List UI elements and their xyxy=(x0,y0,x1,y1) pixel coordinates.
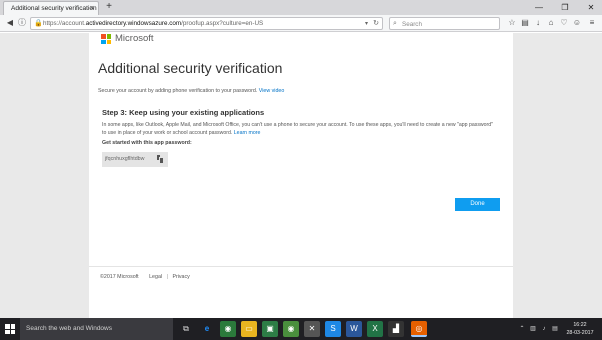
windows-icon xyxy=(5,324,15,334)
page-viewport: Microsoft Additional security verificati… xyxy=(0,33,602,318)
microsoft-logo: Microsoft xyxy=(95,33,155,46)
language-icon[interactable]: ▤ xyxy=(550,318,560,340)
firefox-icon[interactable]: ◎ xyxy=(411,321,427,337)
search-input[interactable] xyxy=(402,19,497,29)
search-icon: ⌕ xyxy=(393,20,397,27)
smiley-icon[interactable]: ☺ xyxy=(571,17,583,29)
clock-time: 16:22 xyxy=(573,322,587,328)
taskbar-search-text: Search the web and Windows xyxy=(26,325,112,332)
volume-icon[interactable]: ♪ xyxy=(539,318,549,340)
legal-link[interactable]: Legal xyxy=(149,274,162,280)
url-text: https://account.activedirectory.windowsa… xyxy=(43,20,264,27)
bookmark-star-icon[interactable]: ☆ xyxy=(506,17,518,29)
microsoft-logo-icon xyxy=(101,34,111,44)
back-icon[interactable]: ◀ xyxy=(4,17,16,29)
excel-icon[interactable]: X xyxy=(367,321,383,337)
edge-icon[interactable]: e xyxy=(199,321,215,337)
new-tab-button[interactable]: + xyxy=(103,1,115,13)
app-icon[interactable]: ▟ xyxy=(388,321,404,337)
brand-name: Microsoft xyxy=(115,33,154,44)
file-explorer-icon[interactable]: ▭ xyxy=(241,321,257,337)
minimize-button[interactable]: — xyxy=(530,0,548,15)
browser-nav-bar: ◀ ⓘ 🔒 https://account.activedirectory.wi… xyxy=(0,15,602,32)
pocket-icon[interactable]: ♡ xyxy=(558,17,570,29)
footer: ©2017 Microsoft Legal | Privacy xyxy=(100,274,190,280)
photos-icon[interactable]: ▣ xyxy=(262,321,278,337)
home-icon[interactable]: ⌂ xyxy=(545,17,557,29)
step-paragraph: In some apps, like Outlook, Apple Mail, … xyxy=(102,122,494,136)
word-icon[interactable]: W xyxy=(346,321,362,337)
page-title: Additional security verification xyxy=(98,60,283,76)
footer-divider xyxy=(89,266,513,267)
menu-icon[interactable]: ≡ xyxy=(586,17,598,29)
copyright-text: ©2017 Microsoft xyxy=(100,274,139,280)
tab-title: Additional security verification xyxy=(11,5,97,12)
view-video-link[interactable]: View video xyxy=(259,88,285,94)
info-icon[interactable]: ⓘ xyxy=(16,17,28,29)
learn-more-link[interactable]: Learn more xyxy=(234,130,261,136)
privacy-link[interactable]: Privacy xyxy=(172,274,189,280)
intro-text: Secure your account by adding phone veri… xyxy=(98,88,285,94)
app-password-value: jfqcnhuxgflhtdbw xyxy=(105,156,145,162)
footer-separator xyxy=(143,274,144,280)
get-started-label: Get started with this app password: xyxy=(102,140,192,146)
start-button[interactable] xyxy=(0,318,20,340)
network-icon[interactable]: ▥ xyxy=(528,318,538,340)
lock-icon: 🔒 xyxy=(34,20,43,27)
download-icon[interactable]: ↓ xyxy=(532,17,544,29)
copy-icon[interactable] xyxy=(156,154,165,165)
url-dropdown-icon[interactable]: ▾ xyxy=(365,18,368,30)
reload-icon[interactable]: ↻ xyxy=(373,18,379,30)
browser-tab-strip: Additional security verification × + — ❐… xyxy=(0,0,602,15)
browser-tab[interactable]: Additional security verification × xyxy=(3,1,99,15)
tab-close-icon[interactable]: × xyxy=(90,2,94,15)
restore-button[interactable]: ❐ xyxy=(556,0,574,15)
task-view-icon[interactable]: ⧉ xyxy=(178,321,194,337)
reading-list-icon[interactable]: ▤ xyxy=(519,17,531,29)
footer-separator: | xyxy=(166,274,168,280)
content-card: Microsoft Additional security verificati… xyxy=(89,33,513,318)
skype-icon[interactable]: S xyxy=(325,321,341,337)
taskbar-search[interactable]: Search the web and Windows xyxy=(20,318,173,340)
close-window-button[interactable]: ✕ xyxy=(582,0,600,15)
taskbar-clock[interactable]: 16:22 28-03-2017 xyxy=(562,321,598,337)
done-button[interactable]: Done xyxy=(455,198,500,211)
chrome-profile-icon[interactable]: ◉ xyxy=(283,321,299,337)
taskbar: Search the web and Windows ⧉ e ◉ ▭ ▣ ◉ ✕… xyxy=(0,318,602,340)
tools-icon[interactable]: ✕ xyxy=(304,321,320,337)
tray-up-icon[interactable]: ⌃ xyxy=(517,318,527,340)
clock-date: 28-03-2017 xyxy=(566,330,594,336)
app-password-box: jfqcnhuxgflhtdbw xyxy=(102,152,168,167)
step-title: Step 3: Keep using your existing applica… xyxy=(102,108,265,117)
chrome-icon[interactable]: ◉ xyxy=(220,321,236,337)
address-bar[interactable]: 🔒 https://account.activedirectory.window… xyxy=(30,17,383,30)
search-box[interactable]: ⌕ xyxy=(389,17,500,30)
